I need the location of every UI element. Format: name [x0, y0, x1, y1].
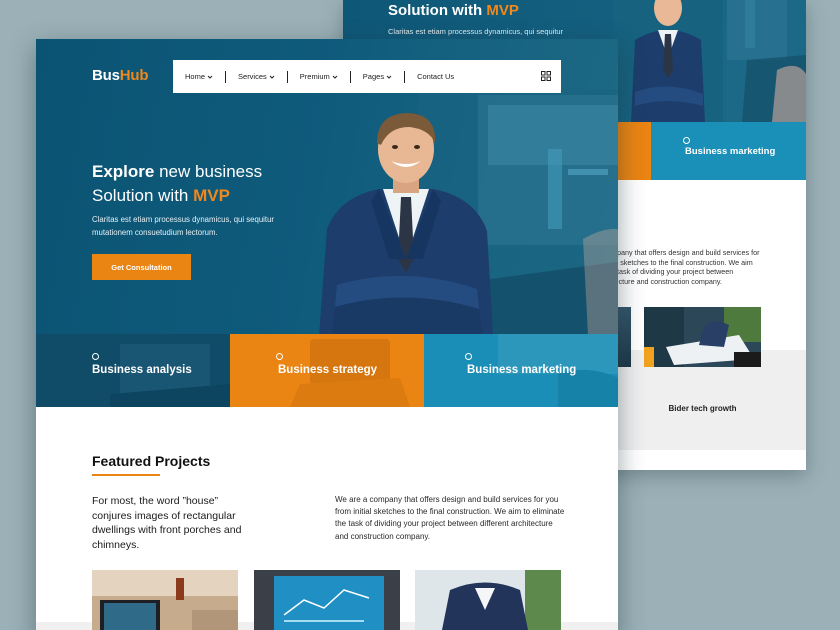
grid-menu-icon[interactable]	[541, 71, 551, 81]
back-businessman-image	[613, 0, 723, 122]
card-label: Business marketing	[467, 364, 577, 376]
hero-subtitle-line2: mutationem consuetudium lectorum.	[92, 227, 218, 237]
featured-projects-title: Featured Projects	[92, 453, 211, 469]
nav-pages-label: Pages	[362, 72, 385, 81]
back-hero-title-text: Solution with	[388, 2, 483, 19]
featured-lead-text: For most, the word ”house” conjures imag…	[92, 495, 242, 551]
hero-title: Explore new business Solution with MVP	[92, 160, 262, 208]
back-laptop-image	[727, 0, 806, 122]
featured-description: We are a company that offers design and …	[335, 495, 565, 541]
chevron-down-icon	[332, 75, 338, 79]
card-label: Business strategy	[278, 364, 378, 376]
back-project-image-tech-growth[interactable]	[644, 307, 761, 367]
back-card-business-marketing[interactable]: Business marketing	[651, 122, 806, 180]
card-label: Business analysis	[92, 364, 192, 376]
back-hero-title: Solution with MVP	[388, 2, 519, 19]
nav-contact-us-label: Contact Us	[417, 72, 455, 81]
back-project-caption: Bider tech growth	[668, 404, 737, 413]
project-image-laptop-desk[interactable]	[92, 570, 238, 630]
title-underline	[92, 474, 160, 476]
project-image-chart-laptop[interactable]	[254, 570, 400, 630]
hero-subtitle: Claritas est etiam processus dynamicus, …	[92, 214, 292, 239]
hero-title-accent: MVP	[193, 186, 230, 205]
back-card-dot-icon	[683, 137, 690, 144]
project-image-businessman[interactable]	[415, 570, 561, 630]
hero-title-line2: Solution with	[92, 186, 189, 205]
back-description-line: itecture and construction company.	[611, 276, 722, 286]
service-cards: Business analysis Business strategy Busi…	[36, 334, 618, 407]
nav-pages[interactable]: Pages	[351, 70, 406, 83]
chevron-down-icon	[386, 75, 392, 79]
nav-services-label: Services	[238, 72, 267, 81]
nav-contact-us[interactable]: Contact Us	[405, 71, 466, 83]
back-description-line: ial sketches to the final construction. …	[611, 257, 753, 267]
nav-home-label: Home	[185, 72, 206, 81]
main-navigation: Home Services Premium Pages Contact Us	[173, 60, 561, 93]
logo-text-hub: Hub	[119, 67, 149, 84]
hero-title-word2: new business	[159, 162, 263, 181]
card-business-strategy[interactable]: Business strategy	[230, 334, 424, 407]
nav-premium-label: Premium	[299, 72, 330, 81]
back-hero-subtitle: Claritas est etiam processus dynamicus, …	[388, 27, 564, 36]
chevron-down-icon	[269, 75, 275, 79]
get-consultation-button[interactable]: Get Consultation	[92, 254, 191, 280]
card-dot-icon	[465, 353, 472, 360]
logo-text-bus: Bus	[92, 67, 120, 84]
card-dot-icon	[92, 353, 99, 360]
businessman-image	[319, 113, 493, 335]
hero-section: BusHub Home Services Premium Pages Conta…	[36, 39, 618, 335]
card-business-analysis[interactable]: Business analysis	[36, 334, 230, 407]
chevron-down-icon	[207, 75, 213, 79]
hero-subtitle-line1: Claritas est etiam processus dynamicus, …	[92, 215, 275, 224]
card-business-marketing[interactable]: Business marketing	[424, 334, 618, 407]
nav-home[interactable]: Home	[173, 70, 227, 83]
hero-title-word1: Explore	[92, 162, 155, 181]
nav-premium[interactable]: Premium	[288, 70, 351, 83]
nav-services[interactable]: Services	[226, 70, 288, 83]
back-description-line: mpany that offers design and build servi…	[611, 248, 760, 257]
back-card-label: Business marketing	[685, 146, 776, 157]
back-description-line: e task of dividing your project between	[611, 267, 734, 277]
back-hero-title-accent: MVP	[486, 2, 519, 19]
back-description: mpany that offers design and build servi…	[611, 248, 781, 286]
bushub-logo[interactable]: BusHub	[92, 67, 149, 84]
front-mockup-page: BusHub Home Services Premium Pages Conta…	[36, 39, 618, 630]
card-dot-icon	[276, 353, 283, 360]
